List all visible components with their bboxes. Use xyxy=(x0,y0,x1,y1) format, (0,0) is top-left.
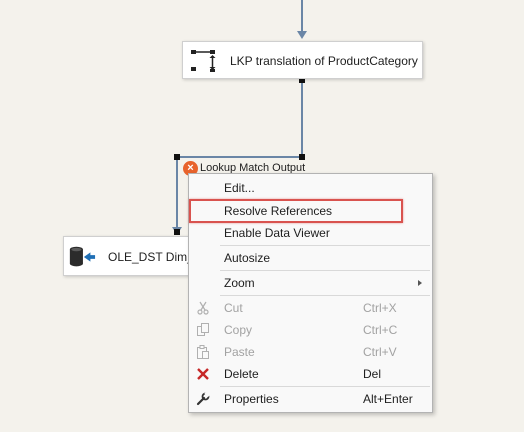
menu-item-label: Zoom xyxy=(224,276,255,290)
menu-item-label: Autosize xyxy=(224,251,271,265)
lookup-node-label: LKP translation of ProductCategory xyxy=(230,54,418,68)
delete-x-icon xyxy=(195,366,211,382)
menu-separator xyxy=(220,386,430,387)
lookup-transform-icon xyxy=(191,50,216,72)
menu-item-properties[interactable]: Properties Alt+Enter xyxy=(189,388,432,410)
lookup-transform-node[interactable]: LKP translation of ProductCategory xyxy=(182,41,423,79)
menu-separator xyxy=(220,270,430,271)
ole-db-destination-icon xyxy=(69,246,96,267)
resolve-references-highlight xyxy=(189,199,403,223)
menu-item-cut[interactable]: Cut Ctrl+X xyxy=(189,297,432,319)
menu-item-shortcut: Ctrl+C xyxy=(363,323,398,337)
menu-item-enable-data-viewer[interactable]: Enable Data Viewer xyxy=(189,222,432,244)
paste-icon xyxy=(195,344,211,360)
menu-item-shortcut: Del xyxy=(363,367,382,381)
menu-item-label: Delete xyxy=(224,367,259,381)
scissors-icon xyxy=(195,300,211,316)
menu-separator xyxy=(220,295,430,296)
menu-item-delete[interactable]: Delete Del xyxy=(189,363,432,385)
menu-item-copy[interactable]: Copy Ctrl+C xyxy=(189,319,432,341)
wrench-icon xyxy=(195,391,211,407)
menu-item-edit[interactable]: Edit... xyxy=(189,177,432,199)
menu-item-label: Paste xyxy=(224,345,255,359)
menu-item-paste[interactable]: Paste Ctrl+V xyxy=(189,341,432,363)
menu-item-label: Copy xyxy=(224,323,253,337)
submenu-arrow-icon xyxy=(418,280,422,286)
incoming-path-arrowhead xyxy=(297,31,307,39)
menu-item-shortcut: Ctrl+X xyxy=(363,301,397,315)
path-handle-end xyxy=(174,229,180,235)
menu-item-zoom[interactable]: Zoom xyxy=(189,272,432,294)
menu-item-shortcut: Ctrl+V xyxy=(363,345,397,359)
path-handle-corner-1 xyxy=(299,154,305,160)
menu-item-label: Edit... xyxy=(224,181,255,195)
menu-separator xyxy=(220,245,430,246)
menu-item-autosize[interactable]: Autosize xyxy=(189,247,432,269)
menu-item-shortcut: Alt+Enter xyxy=(363,392,413,406)
menu-item-label: Cut xyxy=(224,301,243,315)
path-handle-corner-2 xyxy=(174,154,180,160)
menu-item-label: Enable Data Viewer xyxy=(224,226,330,240)
copy-icon xyxy=(195,322,211,338)
menu-item-label: Properties xyxy=(224,392,279,406)
